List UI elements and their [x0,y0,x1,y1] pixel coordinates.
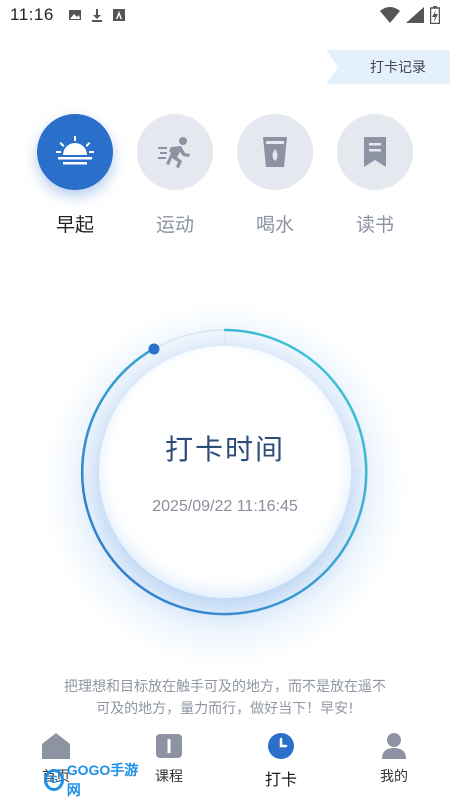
signal-icon [406,7,424,23]
category-circle [237,114,313,190]
battery-icon [430,6,440,24]
category-early-rise[interactable]: 早起 [37,114,113,237]
category-label: 运动 [155,214,194,236]
dial-knob[interactable] [148,343,160,355]
course-icon [156,734,182,758]
category-circle [337,114,413,190]
category-exercise[interactable]: 运动 [137,114,213,237]
category-label: 读书 [355,214,394,236]
download-icon [91,9,102,22]
watermark-text: GOGO手游网 [66,762,139,798]
sunrise-icon [56,136,94,165]
water-cup-icon [263,137,287,167]
motto-line-1: 把理想和目标放在触手可及的地方，而不是放在遥不 [64,679,386,695]
user-icon [382,733,406,759]
category-label: 早起 [55,214,94,236]
nav-course[interactable]: 课程 [129,732,209,786]
dial-title: 打卡时间 [164,433,285,466]
font-icon [112,9,125,21]
image-icon [68,10,81,20]
category-reading[interactable]: 读书 [337,114,413,237]
nav-label: 课程 [155,769,183,785]
dial-datetime: 2025/09/22 11:16:45 [152,498,298,515]
motto-text: 把理想和目标放在触手可及的地方，而不是放在遥不 可及的地方，量力而行，做好当下！… [30,676,420,720]
category-circle [137,114,213,190]
records-label: 打卡记录 [370,60,426,76]
nav-mine[interactable]: 我的 [354,732,434,786]
category-circle [37,114,113,190]
watermark-icon: G [44,769,64,791]
status-bar: 11:16 [0,0,450,30]
category-water[interactable]: 喝水 [237,114,313,237]
wifi-icon [380,7,400,23]
nav-label: 打卡 [264,770,297,789]
clock-icon [268,733,294,759]
home-icon [42,733,70,759]
status-icons-right [380,6,440,24]
category-label: 喝水 [255,214,294,236]
check-in-records-button[interactable]: 打卡记录 [326,50,450,84]
motto-line-2: 可及的地方，量力而行，做好当下！早安! [96,701,354,717]
status-icons-left [68,8,126,22]
running-icon [158,137,190,168]
category-selector: 早起 运动 喝水 读书 [0,114,450,244]
watermark-logo: G GOGO手游网 [44,762,140,798]
bookmark-icon [364,137,386,167]
check-in-button[interactable]: 打卡时间 2025/09/22 11:16:45 [99,346,351,598]
nav-label: 我的 [380,769,408,785]
nav-check-in[interactable]: 打卡 [241,732,321,790]
status-time: 11:16 [10,5,54,24]
